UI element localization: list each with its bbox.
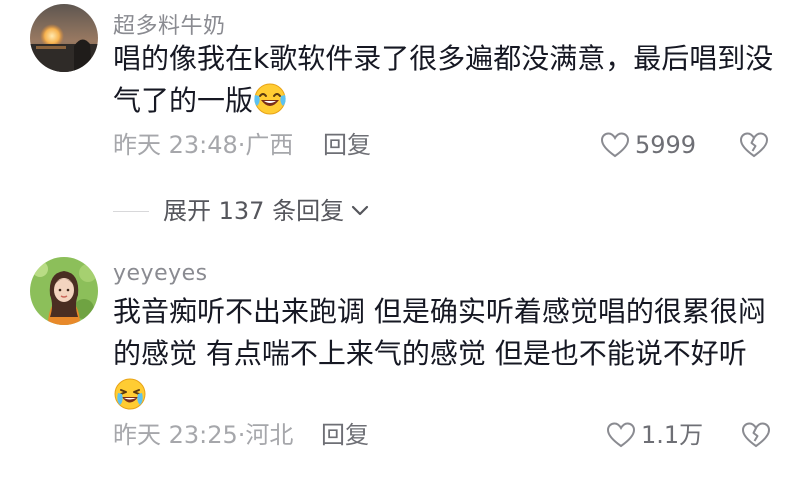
expand-replies-label: 展开 137 条回复 [163,197,345,225]
like-count: 1.1万 [641,421,704,449]
username[interactable]: 超多料牛奶 [113,8,226,40]
username[interactable]: yeyeyes [113,261,208,286]
like-button[interactable]: 1.1万 [607,417,703,453]
comment-text: 我音痴听不出来跑调 但是确实听着感觉唱的很累很闷的感觉 有点喘不上来气的感觉 但… [113,291,778,417]
avatar[interactable] [30,4,98,72]
comment-meta: 昨天 23:48·广西 回复 5999 [113,127,770,163]
heart-outline-icon [601,132,629,158]
comment: yeyeyes 我音痴听不出来跑调 但是确实听着感觉唱的很累很闷的感觉 有点喘不… [0,250,800,487]
reply-button[interactable]: 回复 [321,417,369,453]
like-count: 5999 [635,131,697,159]
heart-outline-icon [607,422,635,448]
broken-heart-outline-icon[interactable] [740,132,768,158]
timestamp-location: 昨天 23:25·河北 [113,421,294,449]
chevron-down-icon [351,205,369,216]
reply-button[interactable]: 回复 [323,127,371,163]
expand-divider [113,210,149,212]
timestamp-location: 昨天 23:48·广西 [113,131,294,159]
crying-laughing-emoji-icon [114,378,146,410]
comment-body: 我音痴听不出来跑调 但是确实听着感觉唱的很累很闷的感觉 有点喘不上来气的感觉 但… [113,295,766,370]
avatar-image [30,4,98,72]
like-button[interactable]: 5999 [601,127,696,163]
avatar-image [30,257,98,325]
comment: 超多料牛奶 唱的像我在k歌软件录了很多遍都没满意，最后唱到没气了的一版 昨天 2… [0,0,800,250]
laughing-crying-emoji-icon [254,83,286,115]
expand-replies-button[interactable]: 展开 137 条回复 [113,193,370,229]
comment-text: 唱的像我在k歌软件录了很多遍都没满意，最后唱到没气了的一版 [113,38,778,122]
comment-body: 唱的像我在k歌软件录了很多遍都没满意，最后唱到没气了的一版 [113,42,774,117]
avatar[interactable] [30,257,98,325]
broken-heart-outline-icon[interactable] [742,422,770,448]
comment-meta: 昨天 23:25·河北 回复 1.1万 [113,417,770,453]
